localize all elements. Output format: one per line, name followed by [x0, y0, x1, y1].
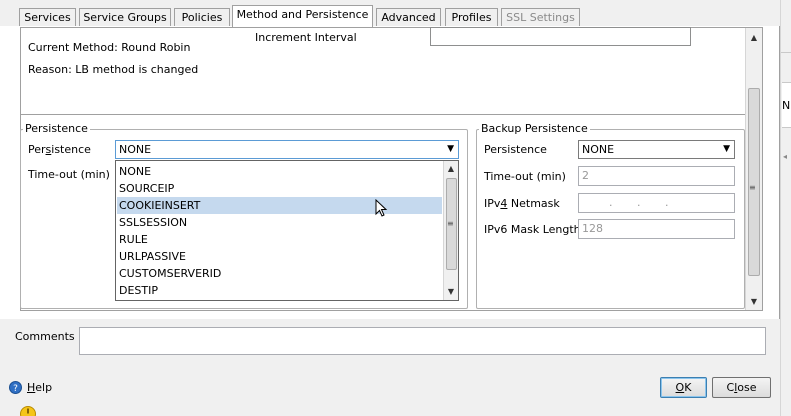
option-rule[interactable]: RULE [117, 231, 442, 248]
option-sslsession[interactable]: SSLSESSION [117, 214, 442, 231]
ipv6-mask-length-input[interactable]: 128 [578, 219, 735, 239]
backup-persistence-label: Persistence [484, 143, 547, 156]
chevron-down-icon: ▼ [723, 144, 730, 154]
tab-advanced[interactable]: Advanced [376, 8, 441, 27]
ok-button[interactable]: OK [660, 377, 707, 398]
increment-interval-input[interactable] [430, 27, 691, 46]
side-divider [781, 52, 791, 53]
grip-icon: ≡ [749, 183, 756, 192]
option-sourceip[interactable]: SOURCEIP [117, 180, 442, 197]
reason-text: Reason: LB method is changed [28, 63, 199, 76]
side-partial-text: NE [782, 99, 791, 112]
scroll-down-icon[interactable]: ▼ [746, 293, 762, 310]
ipv4-netmask-input[interactable]: . . . [578, 193, 735, 213]
tab-policies[interactable]: Policies [174, 8, 230, 27]
dropdown-grip-icon: ≡ [447, 219, 454, 228]
tab-profiles[interactable]: Profiles [445, 8, 498, 27]
current-method-text: Current Method: Round Robin [28, 41, 191, 54]
timeout-label: Time-out (min) [28, 168, 110, 181]
dropdown-scroll-up-icon[interactable]: ▲ [444, 162, 458, 176]
help-icon[interactable]: ? [9, 381, 22, 394]
svg-text:?: ? [13, 384, 18, 394]
persistence-select[interactable]: NONE ▼ [115, 140, 459, 159]
backup-timeout-input[interactable]: 2 [578, 166, 735, 186]
comments-label: Comments [15, 330, 75, 343]
scroll-up-icon[interactable]: ▲ [746, 29, 762, 46]
side-strip [780, 0, 791, 416]
ipv6-mask-length-label: IPv6 Mask Length [484, 223, 581, 236]
ipv4-netmask-label: IPv4 Netmask [484, 197, 560, 210]
tab-ssl-settings[interactable]: SSL Settings [501, 8, 580, 27]
persistence-label: Persistence [28, 143, 91, 156]
backup-persistence-legend: Backup Persistence [479, 122, 590, 135]
option-cookieinsert[interactable]: COOKIEINSERT [117, 197, 442, 214]
increment-interval-label: Increment Interval [255, 31, 357, 44]
side-arrow-icon: ◂ [783, 152, 788, 161]
tab-services[interactable]: Services [19, 8, 76, 27]
option-urlpassive[interactable]: URLPASSIVE [117, 248, 442, 265]
mouse-cursor-icon [375, 199, 388, 217]
persistence-dropdown-list[interactable]: NONE SOURCEIP COOKIEINSERT SSLSESSION RU… [115, 160, 459, 301]
method-section-divider [20, 114, 747, 115]
option-none[interactable]: NONE [117, 163, 442, 180]
comments-input[interactable] [79, 327, 766, 355]
chevron-down-icon: ▼ [447, 144, 454, 154]
backup-timeout-label: Time-out (min) [484, 170, 566, 183]
warning-icon [20, 406, 36, 416]
backup-persistence-select[interactable]: NONE ▼ [578, 140, 735, 159]
option-customserverid[interactable]: CUSTOMSERVERID [117, 265, 442, 282]
main-scrollbar-thumb[interactable] [748, 88, 760, 276]
persistence-legend: Persistence [23, 122, 90, 135]
help-link[interactable]: Help [27, 381, 52, 394]
dropdown-scroll-down-icon[interactable]: ▼ [444, 285, 458, 299]
option-destip[interactable]: DESTIP [117, 282, 442, 299]
tab-service-groups[interactable]: Service Groups [79, 8, 171, 27]
close-button[interactable]: Close [712, 377, 771, 398]
tab-method-and-persistence[interactable]: Method and Persistence [232, 5, 373, 27]
